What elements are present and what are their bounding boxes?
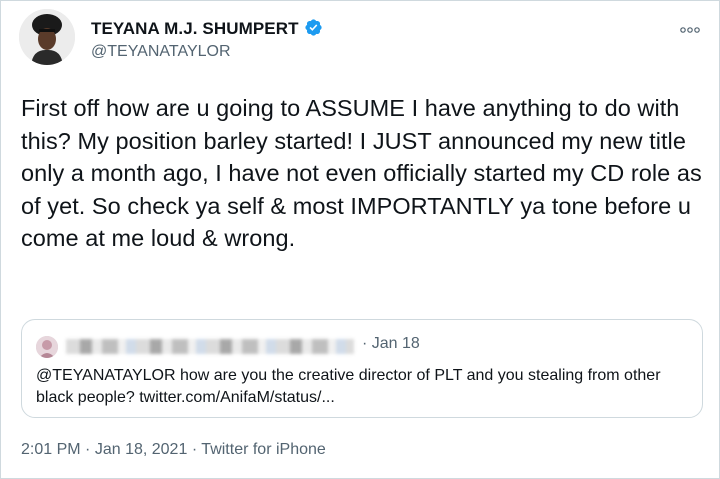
tweet-date[interactable]: Jan 18, 2021	[95, 441, 188, 458]
quoted-author-avatar[interactable]	[36, 336, 58, 358]
more-options-icon[interactable]	[679, 19, 701, 41]
author-handle[interactable]: @TEYANATAYLOR	[91, 43, 231, 61]
meta-separator: ·	[191, 441, 198, 458]
quoted-avatar-image	[36, 336, 58, 358]
tweet-source[interactable]: Twitter for iPhone	[201, 441, 326, 458]
author-name-text[interactable]: TEYANA M.J. SHUMPERT	[91, 19, 299, 38]
quoted-tweet-text: @TEYANATAYLOR how are you the creative d…	[36, 367, 661, 406]
author-name[interactable]: TEYANA M.J. SHUMPERT	[91, 18, 323, 39]
tweet-card: TEYANA M.J. SHUMPERT @TEYANATAYLOR First…	[0, 0, 720, 479]
quoted-author-name-blurred	[66, 339, 354, 354]
avatar-image	[19, 9, 75, 65]
tweet-text: First off how are u going to ASSUME I ha…	[21, 95, 702, 251]
meta-separator: ·	[85, 441, 91, 458]
quoted-tweet[interactable]: · Jan 18 @TEYANATAYLOR how are you the c…	[21, 319, 703, 418]
author-avatar[interactable]	[19, 9, 75, 65]
quoted-tweet-date[interactable]: · Jan 18	[362, 335, 420, 353]
more-options-glyph	[680, 27, 700, 33]
tweet-time[interactable]: 2:01 PM	[21, 441, 81, 458]
tweet-meta: 2:01 PM · Jan 18, 2021 · Twitter for iPh…	[21, 441, 326, 459]
verified-badge-icon	[304, 19, 322, 36]
